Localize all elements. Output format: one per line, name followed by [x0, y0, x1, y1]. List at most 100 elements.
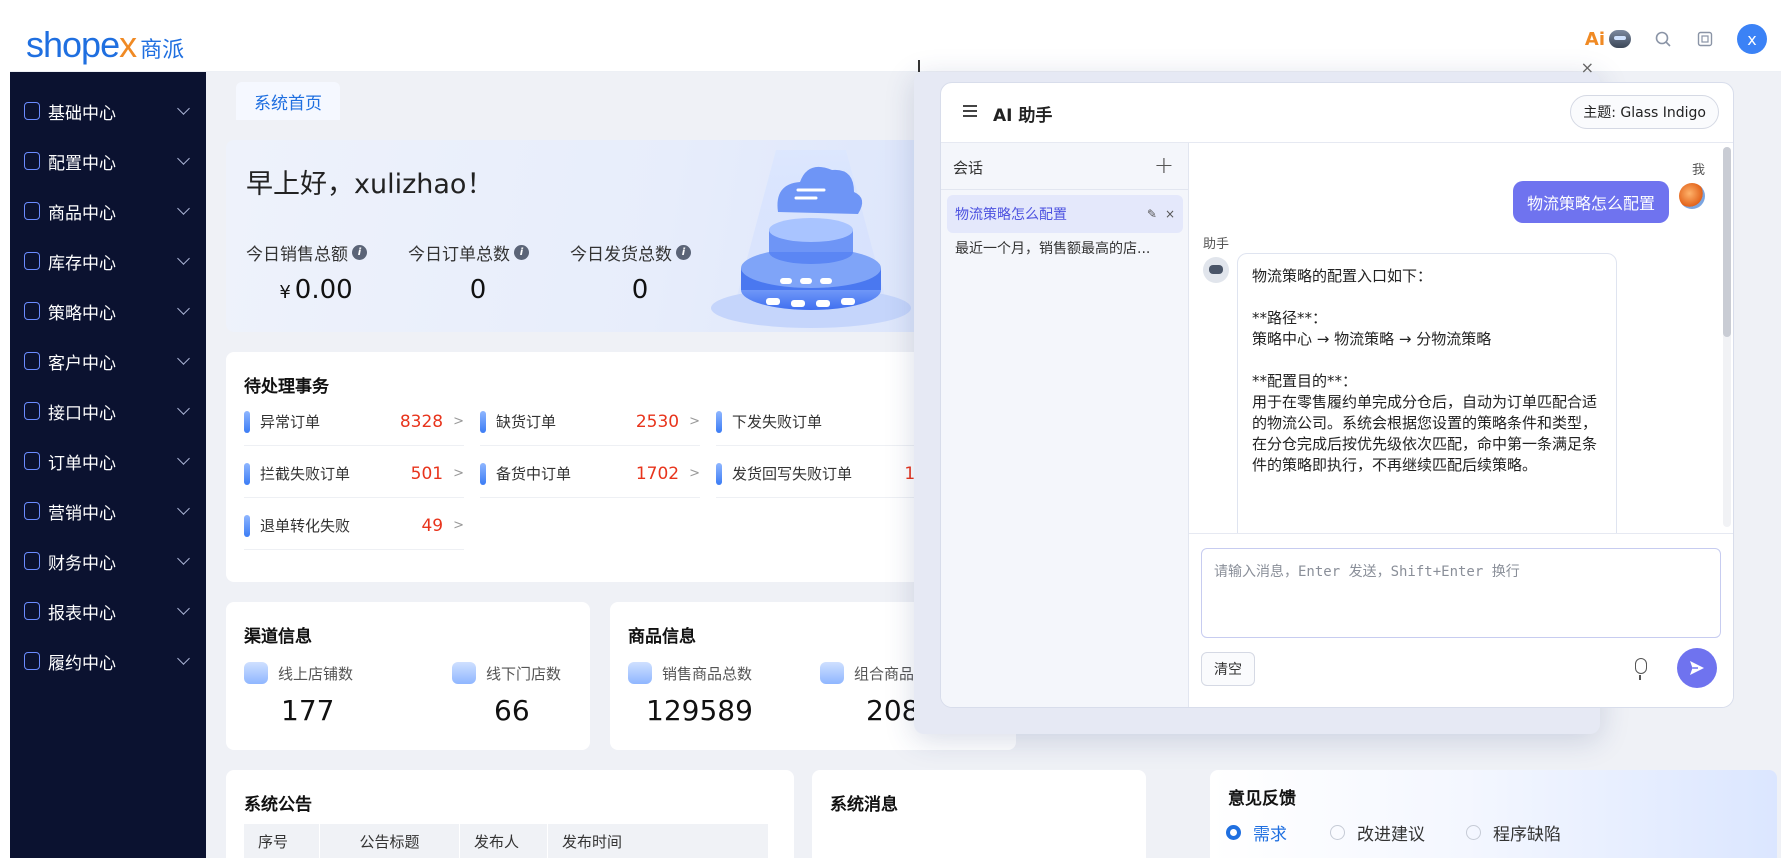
chevron-down-icon — [177, 452, 190, 465]
sidebar-item[interactable]: 商品中心 — [10, 186, 206, 236]
ai-assistant-window: × AI 助手 主题: Glass Indigo 会话 + 物流策略怎么配置 ✎… — [914, 58, 1734, 734]
feedback-option-need[interactable]: 需求 — [1226, 820, 1287, 845]
todo-item[interactable]: 异常订单 8328 > — [244, 398, 464, 446]
chevron-down-icon — [177, 302, 190, 315]
sidebar-item[interactable]: 营销中心 — [10, 486, 206, 536]
todo-marker — [244, 410, 250, 433]
sidebar-item[interactable]: 策略中心 — [10, 286, 206, 336]
search-icon[interactable] — [1653, 29, 1673, 49]
channel-title: 渠道信息 — [244, 627, 312, 647]
conversation-list: 会话 + 物流策略怎么配置 ✎ × 最近一个月，销售额最高的店... — [941, 143, 1189, 707]
total-goods-text: 销售商品总数 — [662, 664, 753, 683]
todo-item[interactable]: 退单转化失败 49 > — [244, 502, 464, 550]
chevron-down-icon — [177, 602, 190, 615]
order-icon — [24, 452, 40, 470]
sidebar-item-label: 商品中心 — [48, 203, 116, 224]
resize-handle[interactable] — [918, 60, 920, 72]
chat-scrollbar-thumb[interactable] — [1723, 147, 1731, 337]
ai-assistant-button[interactable]: Ai — [1585, 29, 1631, 50]
sidebar-item[interactable]: 财务中心 — [10, 536, 206, 586]
ai-label: Ai — [1584, 28, 1605, 50]
feedback-need-label: 需求 — [1253, 825, 1287, 845]
assistant-label: 助手 — [1203, 237, 1230, 252]
online-shops-text: 线上店铺数 — [278, 664, 354, 683]
menu-icon[interactable] — [963, 105, 977, 117]
todo-card: 待处理事务 异常订单 8328 > 缺货订单 2530 > 下发失败订单5 拦截失败订单 501… — [226, 352, 1016, 582]
todo-item[interactable]: 下发失败订单5 — [716, 398, 936, 446]
conversation-item-active[interactable]: 物流策略怎么配置 ✎ × — [947, 195, 1183, 233]
message-input[interactable] — [1201, 548, 1721, 638]
todo-item[interactable]: 拦截失败订单 501 > — [244, 450, 464, 498]
goods-title: 商品信息 — [628, 627, 696, 647]
theme-switch-button[interactable]: 主题: Glass Indigo — [1570, 95, 1719, 129]
todo-count: 8328 — [399, 411, 444, 432]
sidebar-item[interactable]: 库存中心 — [10, 236, 206, 286]
notice-card: 系统公告 序号 公告标题 发布人 发布时间 — [226, 770, 794, 858]
todo-label: 异常订单 — [260, 413, 321, 431]
info-icon[interactable]: i — [352, 245, 367, 260]
assistant-message-line: **路径**： — [1252, 309, 1328, 327]
sidebar-item[interactable]: 基础中心 — [10, 86, 206, 136]
new-conversation-button[interactable]: + — [1154, 151, 1174, 179]
goods-icon — [628, 662, 652, 684]
microphone-icon[interactable] — [1635, 658, 1647, 680]
sidebar-item[interactable]: 报表中心 — [10, 586, 206, 636]
conversation-item[interactable]: 最近一个月，销售额最高的店... — [947, 229, 1183, 267]
cloud-illustration — [711, 150, 911, 328]
combo-goods-value: 208 — [866, 694, 920, 727]
sidebar-item[interactable]: 订单中心 — [10, 436, 206, 486]
online-shops-label: 线上店铺数 — [244, 662, 353, 684]
sidebar-item[interactable]: 履约中心 — [10, 636, 206, 686]
todo-marker — [480, 410, 486, 433]
todo-title: 待处理事务 — [244, 377, 329, 397]
sidebar-item-label: 报表中心 — [48, 603, 116, 624]
shopex-logo[interactable]: shopex 商派 — [26, 24, 184, 65]
todo-item[interactable]: 缺货订单 2530 > — [480, 398, 700, 446]
send-icon — [1690, 661, 1704, 675]
inventory-icon — [24, 252, 40, 270]
kpi-shipments: 今日发货总数 i 0 — [570, 240, 710, 305]
notice-table-header: 序号 公告标题 发布人 发布时间 — [244, 824, 769, 858]
assistant-message-line: 用于在零售履约单完成分仓后，自动为订单匹配合适的物流公司。系统会根据您设置的策略… — [1252, 393, 1598, 474]
report-icon — [24, 602, 40, 620]
chevron-down-icon — [177, 352, 190, 365]
user-avatar[interactable]: x — [1737, 24, 1767, 54]
info-icon[interactable]: i — [676, 245, 691, 260]
info-icon[interactable]: i — [514, 245, 529, 260]
sidebar-item[interactable]: 配置中心 — [10, 136, 206, 186]
user-avatar-icon — [1679, 183, 1705, 209]
todo-label: 下发失败订单 — [732, 413, 823, 431]
todo-item[interactable]: 发货回写失败订单12 — [716, 450, 936, 498]
ai-header: AI 助手 主题: Glass Indigo — [941, 83, 1733, 143]
send-button[interactable] — [1677, 648, 1717, 688]
todo-item[interactable]: 备货中订单 1702 > — [480, 450, 700, 498]
offline-stores-text: 线下门店数 — [486, 664, 562, 683]
online-shops-value: 177 — [281, 694, 335, 727]
top-bar: shopex 商派 Ai x — [10, 10, 1781, 72]
sidebar-item-label: 财务中心 — [48, 553, 116, 574]
tab-home[interactable]: 系统首页 — [236, 82, 340, 120]
chevron-right-icon: > — [453, 414, 464, 429]
offline-stores-label: 线下门店数 — [452, 662, 561, 684]
todo-label: 发货回写失败订单 — [732, 465, 853, 483]
feedback-improve-label: 改进建议 — [1357, 825, 1425, 845]
close-icon[interactable]: × — [1581, 58, 1594, 77]
logo-cn-text: 商派 — [140, 38, 185, 63]
conversation-header: 会话 — [953, 159, 984, 177]
sidebar-item[interactable]: 客户中心 — [10, 336, 206, 386]
clear-button[interactable]: 清空 — [1201, 652, 1255, 686]
sidebar: 基础中心 配置中心商品中心库存中心 策略中心 客户中心 接口中心订单中心营销中心财务中心… — [10, 72, 206, 858]
delete-icon[interactable]: × — [1165, 207, 1175, 221]
chevron-right-icon: > — [689, 466, 700, 481]
assistant-message-line: 策略中心 → 物流策略 → 分物流策略 — [1252, 330, 1492, 348]
chat-messages: 我 物流策略怎么配置 助手 物流策略的配置入口如下： **路径**： 策略中心 → … — [1189, 143, 1733, 533]
feedback-option-improve[interactable]: 改进建议 — [1330, 820, 1425, 845]
chevron-right-icon: > — [453, 518, 464, 533]
todo-marker — [244, 514, 250, 537]
sidebar-item-label: 订单中心 — [48, 453, 116, 474]
fullscreen-icon[interactable] — [1695, 29, 1715, 49]
feedback-option-bug[interactable]: 程序缺陷 — [1466, 820, 1561, 845]
todo-count: 501 — [410, 463, 444, 484]
edit-icon[interactable]: ✎ — [1147, 207, 1157, 221]
sidebar-item[interactable]: 接口中心 — [10, 386, 206, 436]
